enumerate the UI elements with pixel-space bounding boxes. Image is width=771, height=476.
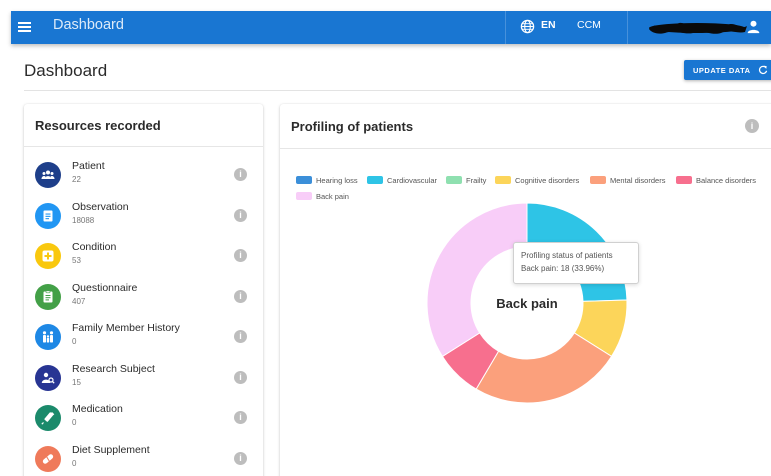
resource-row-research-subject[interactable]: Research Subject 15 i (24, 362, 263, 402)
resources-card: Resources recorded Patient 22 i Observat… (24, 104, 263, 476)
syringe-icon (35, 405, 61, 431)
legend-item-frailty[interactable]: Frailty (446, 176, 486, 185)
resource-row-condition[interactable]: Condition 53 i (24, 240, 263, 280)
family-icon (35, 324, 61, 350)
resource-name: Research Subject (72, 363, 155, 375)
refresh-icon (758, 65, 768, 75)
resource-name: Observation (72, 201, 129, 213)
chart-center-label: Back pain (496, 296, 557, 311)
resource-count: 0 (72, 337, 77, 346)
legend-item-balance-disorders[interactable]: Balance disorders (676, 176, 756, 185)
redacted-username (649, 22, 747, 34)
menu-icon[interactable] (17, 19, 33, 35)
card-divider (24, 146, 263, 147)
info-icon[interactable]: i (234, 330, 247, 343)
resources-title: Resources recorded (35, 118, 161, 133)
topbar-divider (627, 11, 628, 44)
resource-count: 15 (72, 378, 81, 387)
user-icon[interactable] (746, 19, 761, 34)
medical-cross-icon (35, 243, 61, 269)
profiling-card: Profiling of patients i Hearing loss Car… (280, 104, 771, 476)
form-icon (35, 284, 61, 310)
donut-slice-mental-disorders[interactable] (475, 332, 613, 404)
info-icon[interactable]: i (234, 290, 247, 303)
info-icon[interactable]: i (745, 119, 759, 133)
legend-item-mental-disorders[interactable]: Mental disorders (590, 176, 665, 185)
chart-tooltip: Profiling status of patients Back pain: … (513, 242, 639, 284)
resource-count: 0 (72, 459, 77, 468)
info-icon[interactable]: i (234, 371, 247, 384)
page-title: Dashboard (24, 61, 108, 80)
resource-name: Medication (72, 403, 123, 415)
organization-label[interactable]: CCM (577, 19, 601, 31)
resource-name: Family Member History (72, 322, 180, 334)
update-data-button[interactable]: UPDATE DATA (684, 60, 771, 80)
info-icon[interactable]: i (234, 411, 247, 424)
app-title: Dashboard (53, 17, 124, 33)
resource-row-patient[interactable]: Patient 22 i (24, 159, 263, 199)
resource-name: Diet Supplement (72, 444, 150, 456)
resource-count: 18088 (72, 216, 95, 225)
info-icon[interactable]: i (234, 452, 247, 465)
globe-icon[interactable] (520, 19, 535, 34)
legend-item-cardiovascular[interactable]: Cardiovascular (367, 176, 437, 185)
header-divider (24, 90, 771, 91)
donut-slice-back-pain[interactable] (426, 202, 528, 358)
resource-row-family-member-history[interactable]: Family Member History 0 i (24, 321, 263, 361)
resource-row-medication[interactable]: Medication 0 i (24, 402, 263, 442)
info-icon[interactable]: i (234, 249, 247, 262)
language-selector[interactable]: EN (541, 19, 556, 31)
legend-item-back-pain[interactable]: Back pain (296, 192, 349, 201)
clipboard-icon (35, 203, 61, 229)
card-divider (280, 148, 771, 149)
info-icon[interactable]: i (234, 209, 247, 222)
resource-row-observation[interactable]: Observation 18088 i (24, 200, 263, 240)
resource-count: 22 (72, 175, 81, 184)
people-icon (35, 162, 61, 188)
resource-row-questionnaire[interactable]: Questionnaire 407 i (24, 281, 263, 321)
top-app-bar: Dashboard EN CCM (11, 11, 771, 44)
tooltip-title: Profiling status of patients (521, 251, 613, 260)
donut-chart[interactable]: Back pain (420, 196, 634, 410)
resource-name: Questionnaire (72, 282, 138, 294)
resource-row-diet-supplement[interactable]: Diet Supplement 0 i (24, 443, 263, 476)
info-icon[interactable]: i (234, 168, 247, 181)
topbar-divider (505, 11, 506, 44)
research-icon (35, 365, 61, 391)
resource-name: Condition (72, 241, 117, 253)
resource-count: 0 (72, 418, 77, 427)
resource-count: 407 (72, 297, 86, 306)
resource-name: Patient (72, 160, 105, 172)
pill-icon (35, 446, 61, 472)
profiling-title: Profiling of patients (291, 119, 414, 134)
legend-item-hearing-loss[interactable]: Hearing loss (296, 176, 358, 185)
tooltip-value: Back pain: 18 (33.96%) (521, 264, 605, 273)
legend-item-cognitive-disorders[interactable]: Cognitive disorders (495, 176, 579, 185)
update-data-label: UPDATE DATA (693, 66, 751, 75)
resource-count: 53 (72, 256, 81, 265)
